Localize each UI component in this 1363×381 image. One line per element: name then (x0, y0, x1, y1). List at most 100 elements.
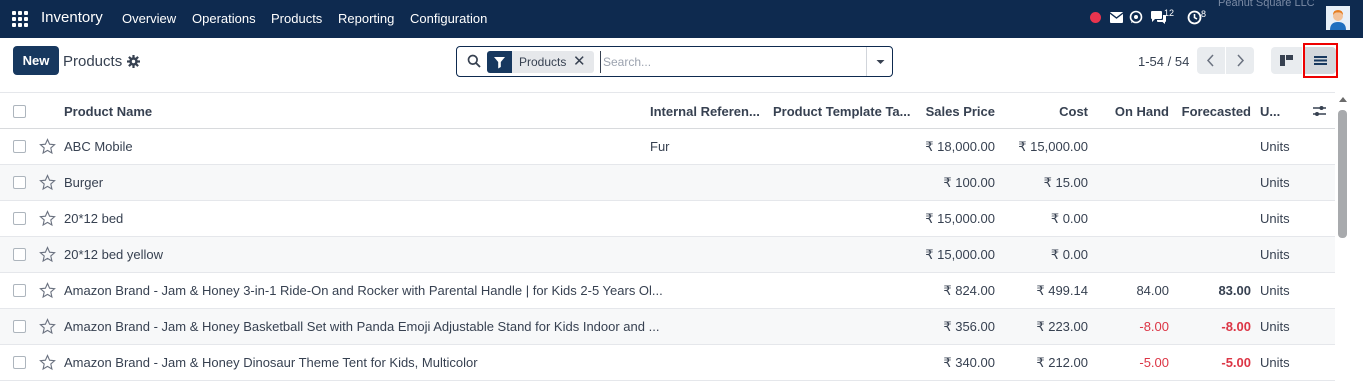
cell-sales-price[interactable]: ₹ 15,000.00 (895, 211, 995, 227)
table-row[interactable]: 20*12 bed yellow ₹ 15,000.00 ₹ 0.00 Units (0, 237, 1335, 273)
favorite-star-icon[interactable] (39, 282, 56, 299)
user-avatar[interactable] (1326, 6, 1350, 30)
cell-cost[interactable]: ₹ 15,000.00 (998, 139, 1088, 155)
favorite-star-icon[interactable] (39, 246, 56, 263)
filter-facet-icon (487, 51, 512, 73)
company-name[interactable]: Peanut Square LLC (1218, 0, 1315, 9)
menu-overview[interactable]: Overview (122, 11, 176, 26)
cell-cost[interactable]: ₹ 212.00 (998, 355, 1088, 371)
col-forecasted[interactable]: Forecasted (1175, 104, 1251, 119)
kanban-view-button[interactable] (1271, 47, 1302, 74)
cell-product-name[interactable]: Amazon Brand - Jam & Honey 3-in-1 Ride-O… (64, 283, 663, 298)
cell-product-name[interactable]: ABC Mobile (64, 139, 133, 154)
cell-unit-of-measure[interactable]: Units (1260, 283, 1290, 298)
cell-sales-price[interactable]: ₹ 340.00 (895, 355, 995, 371)
col-product-template-tags[interactable]: Product Template Ta... (773, 104, 910, 119)
col-sales-price[interactable]: Sales Price (905, 104, 995, 119)
cell-on-hand[interactable]: -8.00 (1095, 319, 1169, 334)
menu-reporting[interactable]: Reporting (338, 11, 394, 26)
cell-on-hand[interactable]: 84.00 (1095, 283, 1169, 298)
remove-facet-icon[interactable]: ✕ (573, 51, 586, 73)
optional-columns-icon[interactable] (1312, 104, 1327, 118)
scroll-up-arrow-icon[interactable] (1338, 95, 1348, 103)
col-internal-reference[interactable]: Internal Referen... (650, 104, 760, 119)
cell-product-name[interactable]: Amazon Brand - Jam & Honey Basketball Se… (64, 319, 659, 334)
apps-grid-icon[interactable] (12, 11, 28, 27)
col-unit-of-measure[interactable]: U... (1260, 104, 1280, 119)
app-brand[interactable]: Inventory (41, 9, 103, 26)
cell-cost[interactable]: ₹ 15.00 (998, 175, 1088, 191)
cell-forecasted[interactable]: 83.00 (1175, 283, 1251, 298)
cell-sales-price[interactable]: ₹ 18,000.00 (895, 139, 995, 155)
search-options-toggle[interactable] (866, 47, 893, 76)
table-row[interactable]: Amazon Brand - Jam & Honey 3-in-1 Ride-O… (0, 273, 1335, 309)
cell-product-name[interactable]: 20*12 bed (64, 211, 123, 226)
favorite-star-icon[interactable] (39, 138, 56, 155)
whatsapp-icon[interactable] (1129, 10, 1143, 24)
row-checkbox[interactable] (13, 176, 26, 189)
favorite-star-icon[interactable] (39, 354, 56, 371)
col-cost[interactable]: Cost (1008, 104, 1088, 119)
gear-icon[interactable] (127, 55, 140, 68)
search-bar[interactable]: Products ✕ (456, 46, 893, 77)
col-product-name[interactable]: Product Name (64, 104, 152, 119)
cell-unit-of-measure[interactable]: Units (1260, 139, 1290, 154)
cell-product-name[interactable]: Amazon Brand - Jam & Honey Dinosaur Them… (64, 355, 478, 370)
cell-unit-of-measure[interactable]: Units (1260, 355, 1290, 370)
menu-products[interactable]: Products (271, 11, 322, 26)
activity-badge: 8 (1201, 9, 1207, 19)
cell-cost[interactable]: ₹ 499.14 (998, 283, 1088, 299)
row-checkbox[interactable] (13, 140, 26, 153)
cell-sales-price[interactable]: ₹ 824.00 (895, 283, 995, 299)
cell-cost[interactable]: ₹ 0.00 (998, 211, 1088, 227)
user-avatar-icon (1326, 6, 1350, 30)
favorite-star-icon[interactable] (39, 318, 56, 335)
cell-on-hand[interactable]: -5.00 (1095, 355, 1169, 370)
highlight-box (1303, 43, 1338, 78)
search-input[interactable] (600, 51, 860, 73)
cell-product-name[interactable]: Burger (64, 175, 103, 190)
pager-value[interactable]: 1-54 / 54 (1138, 54, 1189, 69)
cell-cost[interactable]: ₹ 223.00 (998, 319, 1088, 335)
cell-internal-reference[interactable]: Fur (650, 139, 670, 154)
page-title: Products (63, 53, 123, 70)
cell-forecasted[interactable]: -8.00 (1175, 319, 1251, 334)
table-row[interactable]: Amazon Brand - Jam & Honey Basketball Se… (0, 309, 1335, 345)
kanban-icon (1280, 55, 1293, 66)
menu-operations[interactable]: Operations (192, 11, 256, 26)
table-row[interactable]: ABC Mobile Fur ₹ 18,000.00 ₹ 15,000.00 Units (0, 129, 1335, 165)
chevron-left-icon (1206, 54, 1214, 67)
row-checkbox[interactable] (13, 356, 26, 369)
pager-next-button[interactable] (1226, 47, 1254, 74)
table-header: Product Name Internal Referen... Product… (0, 92, 1335, 129)
cell-sales-price[interactable]: ₹ 15,000.00 (895, 247, 995, 263)
messages-badge: 12 (1164, 8, 1175, 18)
row-checkbox[interactable] (13, 212, 26, 225)
cell-unit-of-measure[interactable]: Units (1260, 175, 1290, 190)
cell-unit-of-measure[interactable]: Units (1260, 319, 1290, 334)
cell-unit-of-measure[interactable]: Units (1260, 211, 1290, 226)
activity-clock-icon[interactable] (1187, 10, 1202, 25)
select-all-checkbox[interactable] (13, 105, 26, 118)
mail-icon[interactable] (1110, 12, 1123, 23)
menu-configuration[interactable]: Configuration (410, 11, 487, 26)
status-dot-icon[interactable] (1090, 12, 1101, 23)
row-checkbox[interactable] (13, 284, 26, 297)
new-button[interactable]: New (13, 46, 59, 75)
favorite-star-icon[interactable] (39, 174, 56, 191)
cell-cost[interactable]: ₹ 0.00 (998, 247, 1088, 263)
pager-previous-button[interactable] (1197, 47, 1225, 74)
row-checkbox[interactable] (13, 320, 26, 333)
scrollbar-thumb[interactable] (1338, 110, 1347, 238)
col-on-hand[interactable]: On Hand (1095, 104, 1169, 119)
table-row[interactable]: Amazon Brand - Jam & Honey Dinosaur Them… (0, 345, 1335, 381)
table-row[interactable]: Burger ₹ 100.00 ₹ 15.00 Units (0, 165, 1335, 201)
cell-sales-price[interactable]: ₹ 356.00 (895, 319, 995, 335)
cell-unit-of-measure[interactable]: Units (1260, 247, 1290, 262)
row-checkbox[interactable] (13, 248, 26, 261)
cell-sales-price[interactable]: ₹ 100.00 (895, 175, 995, 191)
cell-product-name[interactable]: 20*12 bed yellow (64, 247, 163, 262)
favorite-star-icon[interactable] (39, 210, 56, 227)
cell-forecasted[interactable]: -5.00 (1175, 355, 1251, 370)
table-row[interactable]: 20*12 bed ₹ 15,000.00 ₹ 0.00 Units (0, 201, 1335, 237)
